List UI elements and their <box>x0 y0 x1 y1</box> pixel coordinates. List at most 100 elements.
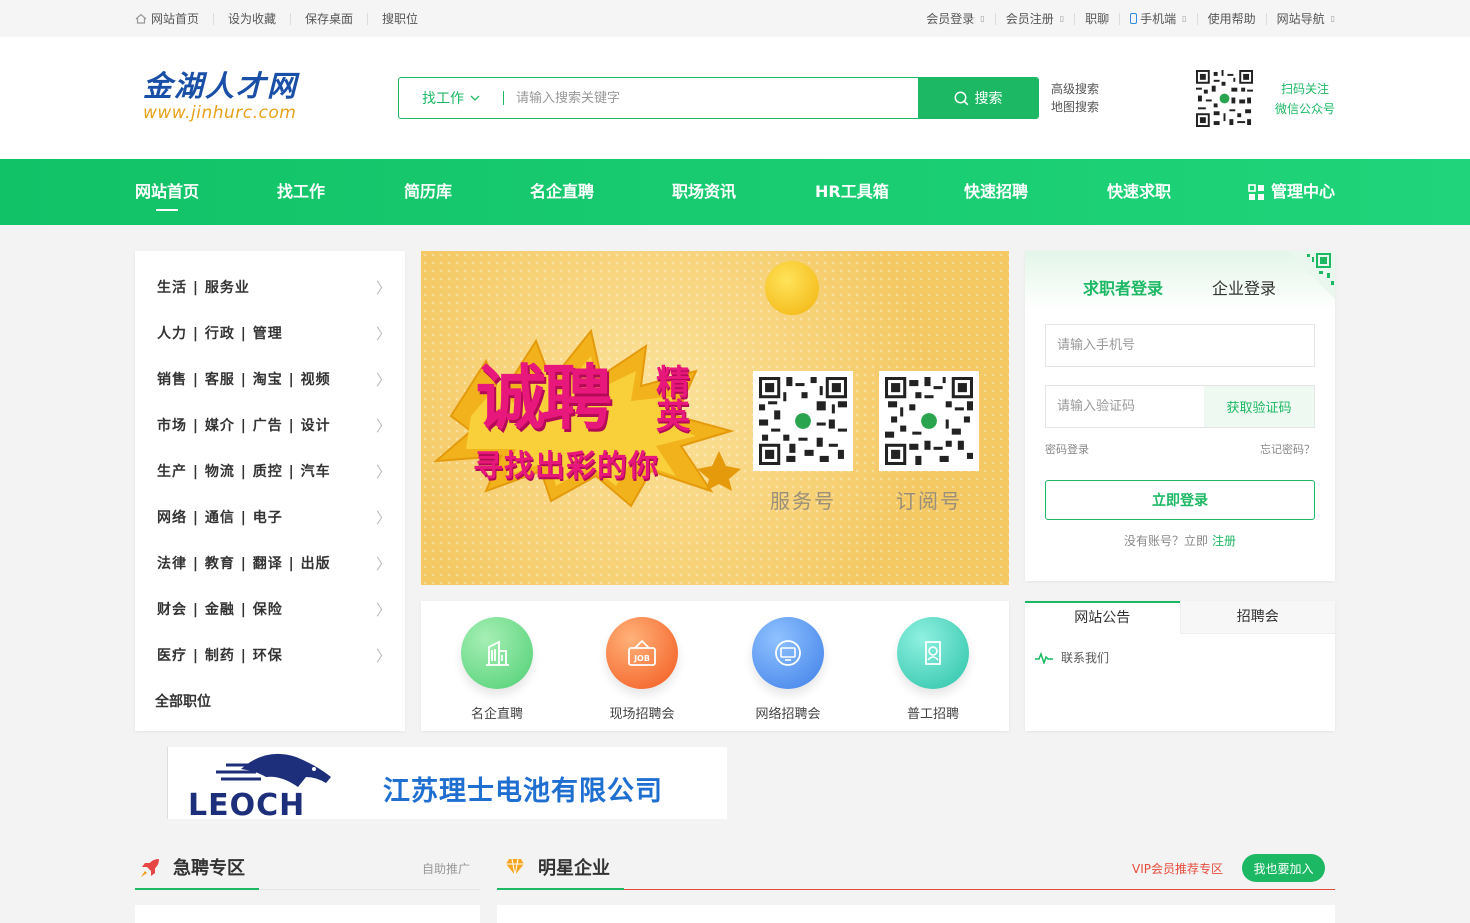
service-account-qr <box>753 371 853 471</box>
help-link[interactable]: 使用帮助 <box>1198 12 1267 25</box>
search-icon <box>954 91 968 105</box>
shortcut-label: 网络招聘会 <box>755 707 821 722</box>
nav-quick-job-search[interactable]: 快速求职 <box>1107 159 1171 225</box>
section-underline <box>497 888 624 890</box>
chevron-right-icon: 〉 <box>375 462 392 481</box>
category-item[interactable]: 市场 | 媒介 | 广告 | 设计 〉 <box>157 402 392 448</box>
scan-follow-text: 扫码关注 微信公众号 <box>1275 79 1335 119</box>
vip-recommend-link[interactable]: VIP会员推荐专区 <box>1132 860 1223 877</box>
chevron-right-icon: 〉 <box>375 370 392 389</box>
nav-career-news[interactable]: 职场资讯 <box>672 159 736 225</box>
shortcut-label: 现场招聘会 <box>609 707 675 722</box>
shortcut-online-job-fair[interactable]: 网络招聘会 <box>733 617 843 722</box>
top-bar: 网站首页 设为收藏 保存桌面 搜职位 会员登录 ▯ 会员注册 ▯ 职聊 手机端 ▯ 使… <box>0 0 1470 37</box>
chevron-right-icon: 〉 <box>375 416 392 435</box>
shortcut-label: 普工招聘 <box>906 707 959 722</box>
nav-find-job[interactable]: 找工作 <box>277 159 325 225</box>
category-item[interactable]: 法律 | 教育 | 翻译 | 出版 〉 <box>157 540 392 586</box>
chevron-down-icon: ▯ <box>1330 13 1335 23</box>
category-item[interactable]: 生产 | 物流 | 质控 | 汽车 〉 <box>157 448 392 494</box>
member-login-label: 会员登录 <box>926 11 975 26</box>
qr-code-image <box>759 377 847 465</box>
nav-famous-companies[interactable]: 名企直聘 <box>530 159 594 225</box>
save-desktop-link[interactable]: 保存桌面 <box>291 12 369 25</box>
advanced-search-link[interactable]: 高级搜索 <box>1051 80 1099 98</box>
urgent-jobs-content <box>135 905 480 923</box>
search-button[interactable]: 搜索 <box>918 78 1038 118</box>
search-type-label: 找工作 <box>422 91 464 107</box>
member-login-link[interactable]: 会员登录 ▯ <box>916 11 996 26</box>
chat-link[interactable]: 职聊 <box>1075 12 1121 25</box>
company-ad-banner[interactable]: LEOCH 江苏理士电池有限公司 <box>167 747 727 819</box>
category-label: 财会 | 金融 | 保险 <box>157 602 283 618</box>
nav-home[interactable]: 网站首页 <box>135 159 199 225</box>
monitor-icon <box>752 617 824 689</box>
member-register-label: 会员注册 <box>1005 11 1054 26</box>
verification-code-input[interactable] <box>1046 386 1204 427</box>
map-search-link[interactable]: 地图搜索 <box>1051 98 1099 116</box>
register-prompt: 没有账号？立即 注册 <box>1025 532 1335 549</box>
chevron-down-icon: ▯ <box>1182 13 1187 23</box>
top-links-right: 会员登录 ▯ 会员注册 ▯ 职聊 手机端 ▯ 使用帮助 网站导航 ▯ <box>916 0 1335 37</box>
chevron-down-icon <box>470 95 480 101</box>
star-companies-title: 明星企业 <box>538 858 610 879</box>
category-item[interactable]: 人力 | 行政 | 管理 〉 <box>157 310 392 356</box>
category-item[interactable]: 销售 | 客服 | 淘宝 | 视频 〉 <box>157 356 392 402</box>
site-logo[interactable]: 金湖人才网 www.jinhurc.com <box>143 69 298 123</box>
login-submit-button[interactable]: 立即登录 <box>1045 480 1315 520</box>
tab-job-fairs[interactable]: 招聘会 <box>1179 601 1335 634</box>
nav-admin-center[interactable]: 管理中心 <box>1248 159 1335 225</box>
join-button[interactable]: 我也要加入 <box>1242 854 1325 882</box>
tab-site-announcements[interactable]: 网站公告 <box>1025 601 1180 634</box>
notice-item-label: 联系我们 <box>1061 651 1110 665</box>
notice-item[interactable]: 联系我们 <box>1035 649 1109 666</box>
category-item[interactable]: 生活 | 服务业 〉 <box>157 264 392 310</box>
search-button-label: 搜索 <box>974 91 1003 107</box>
code-field: 获取验证码 <box>1045 385 1315 428</box>
category-label: 医疗 | 制药 | 环保 <box>157 648 283 664</box>
subscription-account-qr <box>879 371 979 471</box>
forgot-password-link[interactable]: 忘记密码？ <box>1260 441 1315 457</box>
mobile-link[interactable]: 手机端 ▯ <box>1120 12 1198 25</box>
category-item[interactable]: 财会 | 金融 | 保险 〉 <box>157 586 392 632</box>
phone-icon <box>1130 13 1138 24</box>
site-nav-link[interactable]: 网站导航 ▯ <box>1267 13 1335 25</box>
logo-text-en: www.jinhurc.com <box>143 103 297 123</box>
self-promotion-link[interactable]: 自助推广 <box>422 860 470 877</box>
shortcut-onsite-job-fair[interactable]: JOB 现场招聘会 <box>587 617 697 722</box>
shortcut-famous-companies[interactable]: 名企直聘 <box>442 617 552 722</box>
top-links-left: 网站首页 设为收藏 保存桌面 搜职位 <box>135 0 432 37</box>
chevron-right-icon: 〉 <box>375 646 392 665</box>
urgent-jobs-section-header: 急聘专区 自助推广 <box>135 850 480 890</box>
nav-hr-toolbox[interactable]: HR工具箱 <box>815 159 889 225</box>
nav-resume-library[interactable]: 简历库 <box>404 159 452 225</box>
member-register-link[interactable]: 会员注册 ▯ <box>996 11 1076 26</box>
favorite-link[interactable]: 设为收藏 <box>214 12 292 25</box>
nav-admin-center-label: 管理中心 <box>1271 182 1336 201</box>
qr-corner-icon[interactable] <box>1287 251 1335 299</box>
tab-company-login[interactable]: 企业登录 <box>1212 275 1276 299</box>
tab-job-seeker-login[interactable]: 求职者登录 <box>1083 275 1163 299</box>
phone-input[interactable] <box>1046 325 1314 366</box>
register-link[interactable]: 注册 <box>1212 534 1236 548</box>
search-input[interactable] <box>504 78 918 118</box>
diamond-icon <box>506 858 524 876</box>
get-code-button[interactable]: 获取验证码 <box>1204 386 1314 427</box>
nav-quick-recruit[interactable]: 快速招聘 <box>964 159 1028 225</box>
search-type-select[interactable]: 找工作 <box>399 78 503 118</box>
category-item[interactable]: 网络 | 通信 | 电子 〉 <box>157 494 392 540</box>
search-jobs-link[interactable]: 搜职位 <box>368 13 432 25</box>
category-item[interactable]: 医疗 | 制药 | 环保 〉 <box>157 632 392 678</box>
category-label: 法律 | 教育 | 翻译 | 出版 <box>157 556 331 572</box>
all-jobs-link[interactable]: 全部职位 <box>155 691 211 711</box>
rocket-icon <box>141 859 159 877</box>
password-login-link[interactable]: 密码登录 <box>1045 441 1089 457</box>
company-name: 江苏理士电池有限公司 <box>383 776 663 807</box>
hero-banner[interactable]: 诚聘 精英 寻找出彩的你 服务号 订阅号 <box>421 251 1009 585</box>
banner-subheadline: 寻找出彩的你 <box>473 449 659 484</box>
home-link[interactable]: 网站首页 <box>135 12 215 25</box>
category-label: 生产 | 物流 | 质控 | 汽车 <box>157 464 331 480</box>
login-panel: 求职者登录 企业登录 获取验证码 密码登录 忘记密码？ 立即登录 没有账号？立即… <box>1025 251 1335 581</box>
chevron-down-icon: ▯ <box>1059 13 1065 23</box>
shortcut-worker-recruit[interactable]: 普工招聘 <box>878 617 988 722</box>
